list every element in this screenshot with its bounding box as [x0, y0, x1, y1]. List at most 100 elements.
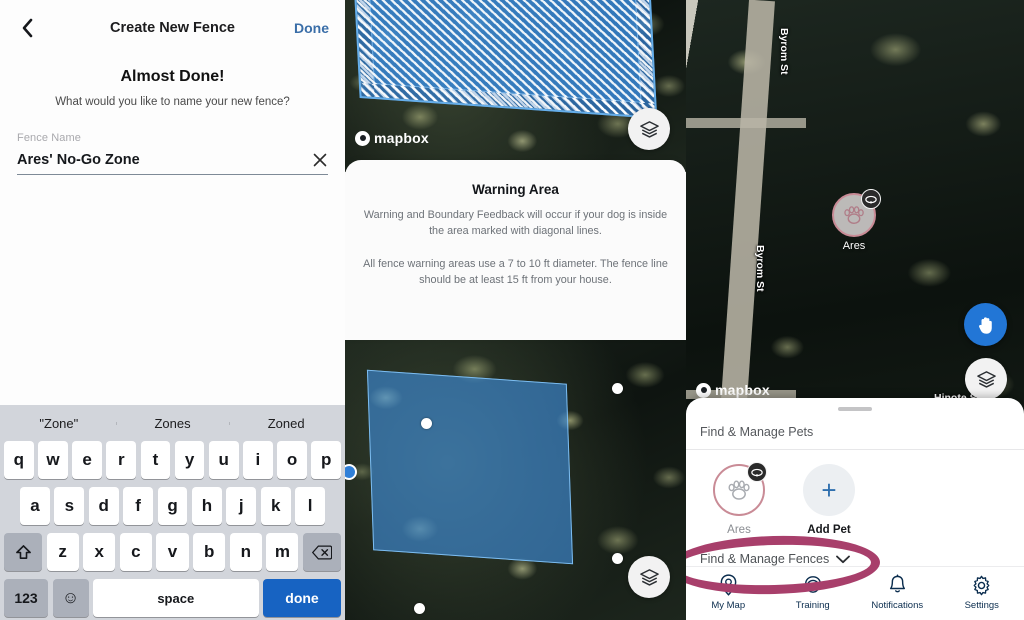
tab-label-notifications: Notifications — [871, 600, 924, 611]
tab-training[interactable]: Training — [771, 567, 856, 620]
warning-card-paragraph-1: Warning and Boundary Feedback will occur… — [363, 209, 668, 237]
collar-badge-icon — [861, 189, 881, 209]
panel-warning-area: mapbox Warning Area Warning and Boundary… — [345, 0, 686, 620]
key-x[interactable]: x — [83, 533, 116, 571]
key-m[interactable]: m — [266, 533, 299, 571]
key-n[interactable]: n — [229, 533, 262, 571]
bell-icon — [888, 573, 907, 597]
find-manage-fences-row[interactable]: Find & Manage Fences — [686, 536, 1024, 566]
mapbox-mark-icon — [696, 382, 711, 398]
key-k[interactable]: k — [260, 487, 291, 525]
map-top[interactable]: mapbox — [345, 0, 686, 172]
street-label-byrom-st-south: Byrom St — [754, 245, 766, 292]
key-i[interactable]: i — [243, 441, 273, 479]
add-pet-label: Add Pet — [807, 524, 851, 536]
on-screen-keyboard[interactable]: "Zone" Zones Zoned q w e r t y u i o p a… — [0, 405, 345, 620]
street-label-byrom-st-north: Byrom St — [778, 28, 790, 75]
suggestion-1[interactable]: Zones — [115, 416, 230, 431]
key-numbers[interactable]: 123 — [4, 579, 48, 617]
emoji-smiley-icon[interactable]: ☺ — [52, 579, 89, 617]
pet-marker-ares[interactable]: Ares — [832, 189, 881, 252]
layers-stack-icon[interactable] — [628, 556, 670, 598]
key-h[interactable]: h — [191, 487, 222, 525]
tab-my-map[interactable]: My Map — [686, 567, 771, 620]
tab-settings[interactable]: Settings — [940, 567, 1024, 620]
warning-card-title: Warning Area — [472, 182, 559, 197]
vertex-handle-se[interactable] — [612, 553, 623, 564]
key-b[interactable]: b — [193, 533, 226, 571]
plus-icon: + — [803, 464, 855, 516]
find-manage-fences-label: Find & Manage Fences — [700, 552, 830, 566]
panel-find-and-manage: Byrom St Byrom St Hinote St — [686, 0, 1024, 620]
key-f[interactable]: f — [123, 487, 154, 525]
keyboard-rows: q w e r t y u i o p a s d f g h j k l z … — [2, 441, 343, 617]
keyboard-row-3: z x c v b n m — [4, 533, 341, 571]
key-c[interactable]: c — [119, 533, 152, 571]
close-x-icon[interactable] — [312, 152, 328, 168]
fence-polygon-editable[interactable] — [366, 369, 574, 565]
road-cross-street — [686, 118, 806, 128]
key-y[interactable]: y — [174, 441, 205, 479]
three-panel-screenshot: Create New Fence Done Almost Done! What … — [0, 0, 1024, 620]
key-o[interactable]: o — [277, 441, 307, 479]
shift-arrow-icon[interactable] — [4, 533, 42, 571]
hand-pan-icon[interactable] — [964, 303, 1007, 346]
pet-marker-ring — [832, 189, 881, 237]
key-l[interactable]: l — [295, 487, 326, 525]
tab-label-my-map: My Map — [711, 600, 746, 611]
trainer-face-icon — [802, 573, 824, 597]
key-z[interactable]: z — [46, 533, 79, 571]
key-w[interactable]: w — [38, 441, 68, 479]
keyboard-row-1: q w e r t y u i o p — [3, 441, 342, 479]
gear-icon — [971, 573, 992, 597]
layers-stack-icon[interactable] — [965, 358, 1007, 400]
key-p[interactable]: p — [311, 441, 342, 479]
warning-area-card: Warning Area Warning and Boundary Feedba… — [345, 160, 686, 340]
chevron-down-icon[interactable] — [836, 555, 851, 564]
key-done[interactable]: done — [263, 579, 341, 617]
tab-notifications[interactable]: Notifications — [855, 567, 940, 620]
key-e[interactable]: e — [72, 441, 102, 479]
map-bottom[interactable] — [345, 335, 686, 620]
mapbox-attribution[interactable]: mapbox — [355, 130, 429, 146]
vertex-handle-sw[interactable] — [414, 603, 425, 614]
paw-print-icon — [844, 206, 864, 224]
fence-name-field-group: Fence Name Ares' No-Go Zone — [17, 132, 328, 175]
key-v[interactable]: v — [156, 533, 189, 571]
key-q[interactable]: q — [3, 441, 34, 479]
key-g[interactable]: g — [157, 487, 188, 525]
tab-label-settings: Settings — [964, 600, 999, 611]
pets-row: Ares + Add Pet — [686, 450, 1024, 536]
chevron-left-icon[interactable] — [16, 17, 38, 39]
fence-name-input[interactable]: Ares' No-Go Zone — [17, 152, 312, 168]
backspace-icon[interactable] — [302, 533, 341, 571]
key-t[interactable]: t — [140, 441, 171, 479]
mapbox-attribution[interactable]: mapbox — [696, 382, 770, 398]
diagonal-hatch-warning-band — [352, 0, 656, 117]
key-d[interactable]: d — [88, 487, 119, 525]
pet-tile-label: Ares — [727, 524, 751, 536]
panel-create-new-fence: Create New Fence Done Almost Done! What … — [0, 0, 345, 620]
key-a[interactable]: a — [20, 487, 50, 525]
warning-card-paragraph-2: All fence warning areas use a 7 to 10 ft… — [363, 258, 668, 286]
pet-marker-label: Ares — [842, 240, 866, 252]
layers-stack-icon[interactable] — [628, 108, 670, 150]
key-j[interactable]: j — [226, 487, 257, 525]
key-r[interactable]: r — [106, 441, 137, 479]
pet-tile-ares[interactable]: Ares — [706, 462, 772, 536]
keyboard-row-2: a s d f g h j k l — [4, 487, 341, 525]
key-space[interactable]: space — [93, 579, 259, 617]
vertex-handle-nw[interactable] — [421, 418, 432, 429]
fence-name-input-row[interactable]: Ares' No-Go Zone — [17, 152, 328, 175]
add-pet-button[interactable]: + Add Pet — [796, 464, 862, 536]
done-button[interactable]: Done — [294, 20, 329, 36]
mapbox-wordmark: mapbox — [374, 130, 429, 146]
paw-print-icon — [728, 480, 750, 500]
autocomplete-suggestion-bar: "Zone" Zones Zoned — [2, 405, 343, 441]
key-s[interactable]: s — [54, 487, 85, 525]
vertex-handle-ne[interactable] — [612, 383, 623, 394]
suggestion-0[interactable]: "Zone" — [2, 416, 116, 431]
key-u[interactable]: u — [208, 441, 239, 479]
suggestion-2[interactable]: Zoned — [229, 416, 343, 431]
headline: Almost Done! — [120, 68, 225, 85]
